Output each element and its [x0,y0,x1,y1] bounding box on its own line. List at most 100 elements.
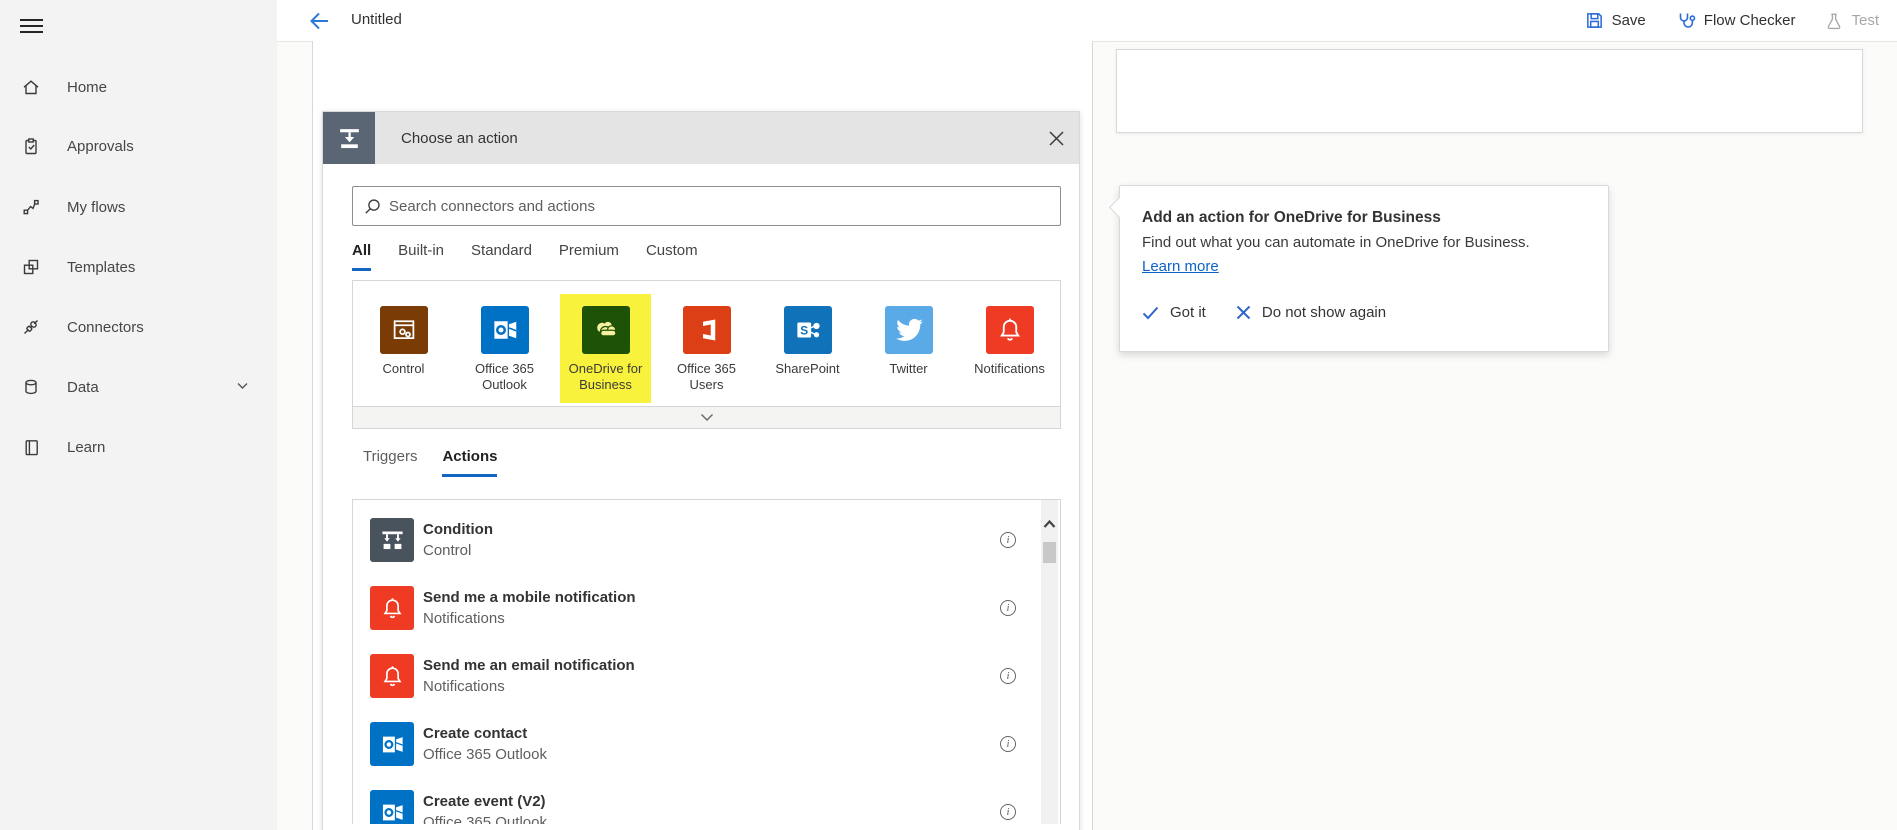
sidebar-item-data[interactable]: Data [0,367,277,407]
back-arrow-icon [310,12,328,30]
sidebar-item-learn[interactable]: Learn [0,427,277,467]
callout-body: Find out what you can automate in OneDri… [1142,234,1530,251]
office365-users-icon [682,306,731,354]
chevron-down-icon [700,414,713,421]
close-icon [1048,130,1064,146]
connector-label: Twitter [889,361,928,376]
sidebar-item-label: Data [67,378,99,396]
flow-checker-icon [1679,13,1696,28]
twitter-icon [884,306,933,354]
flow-checker-button[interactable]: Flow Checker [1676,11,1796,31]
do-not-show-again-button[interactable]: Do not show again [1236,304,1386,321]
action-subtitle: Notifications [423,610,505,627]
connector-grid: Control Office 365 Outlook OneDrive for … [352,280,1061,407]
connector-sharepoint[interactable]: S SharePoint [757,306,858,406]
connector-twitter[interactable]: Twitter [858,306,959,406]
x-icon [1236,305,1251,320]
sidebar-item-label: Home [67,78,108,96]
onedrive-for-business-icon [581,306,630,354]
condition-icon [370,518,414,562]
learn-icon [25,440,38,456]
action-row-create-event[interactable]: Create event (V2) Office 365 Outlook i [353,778,1060,824]
expand-connectors-bar[interactable] [352,407,1061,429]
office365-outlook-icon [370,722,414,766]
callout-title: Add an action for OneDrive for Business [1142,209,1441,226]
back-button[interactable] [307,9,331,33]
tab-actions[interactable]: Actions [442,448,498,477]
choose-action-dialog: Choose an action All Built-in Standard P… [322,111,1080,830]
sidebar-item-connectors[interactable]: Connectors [0,307,277,347]
sidebar-item-label: Approvals [67,137,134,155]
action-row-create-contact[interactable]: Create contact Office 365 Outlook i [353,710,1060,778]
flow-step-panel: Choose an action All Built-in Standard P… [312,41,1093,830]
got-it-label: Got it [1170,304,1206,321]
connector-control[interactable]: Control [353,306,454,406]
templates-icon [23,259,39,275]
next-step-placeholder-card [1116,49,1863,133]
sidebar-item-my-flows[interactable]: My flows [0,187,277,227]
svg-text:S: S [800,323,808,337]
search-box [352,186,1061,226]
scrollbar-thumb[interactable] [1043,542,1056,563]
office365-outlook-icon [370,790,414,824]
tab-built-in[interactable]: Built-in [398,242,444,271]
connectors-icon [24,320,38,334]
action-row-condition[interactable]: Condition Control i [353,506,1060,574]
save-icon [1586,13,1602,28]
action-subtitle: Notifications [423,678,505,695]
data-icon [25,379,37,395]
got-it-button[interactable]: Got it [1142,304,1206,321]
info-icon[interactable]: i [1000,532,1016,548]
sidebar-item-label: My flows [67,198,126,216]
info-icon[interactable]: i [1000,804,1016,820]
control-connector-icon [379,306,428,354]
list-scrollbar[interactable] [1041,500,1058,824]
connector-label: SharePoint [775,361,840,376]
search-input[interactable] [389,197,1060,215]
info-icon[interactable]: i [1000,668,1016,684]
sidebar-item-templates[interactable]: Templates [0,247,277,287]
notifications-bell-icon [370,654,414,698]
sidebar-item-label: Connectors [67,318,144,336]
connector-label: Office 365 Users [676,361,737,392]
info-icon[interactable]: i [1000,600,1016,616]
learn-more-link[interactable]: Learn more [1142,258,1219,275]
tab-all[interactable]: All [352,242,372,271]
close-button[interactable] [1045,127,1067,149]
approvals-icon [25,138,37,155]
tab-triggers[interactable]: Triggers [363,448,417,477]
power-automate-designer: Home Approvals My flows Templates Connec… [0,0,1897,830]
connector-label: OneDrive for Business [568,361,643,392]
sidebar-item-approvals[interactable]: Approvals [0,126,277,166]
test-button[interactable]: Test [1825,12,1879,30]
sidebar-item-label: Templates [67,258,136,276]
action-row-email-notification[interactable]: Send me an email notification Notificatio… [353,642,1060,710]
save-button[interactable]: Save [1585,11,1646,30]
callout-arrow [1108,196,1130,219]
topbar-actions: Save Flow Checker Test [1585,0,1879,41]
actions-list: Condition Control i Send me a mobile noti… [352,499,1061,824]
sidebar-item-label: Learn [67,438,106,456]
flow-checker-label: Flow Checker [1703,12,1796,29]
scroll-up-icon[interactable] [1042,516,1057,532]
connector-office365-outlook[interactable]: Office 365 Outlook [454,306,555,406]
tab-standard[interactable]: Standard [471,242,532,271]
connector-label: Notifications [974,361,1045,376]
tab-premium[interactable]: Premium [559,242,619,271]
connector-office365-users[interactable]: Office 365 Users [656,306,757,406]
hamburger-menu-icon[interactable] [16,10,48,36]
home-icon [23,80,39,95]
connector-notifications[interactable]: Notifications [959,306,1060,406]
tab-custom[interactable]: Custom [646,242,698,271]
callout-buttons: Got it Do not show again [1142,304,1588,321]
info-icon[interactable]: i [1000,736,1016,752]
action-row-mobile-notification[interactable]: Send me a mobile notification Notificatio… [353,574,1060,642]
office365-outlook-icon [480,306,529,354]
sidebar-item-home[interactable]: Home [0,67,277,107]
action-step-icon [323,112,375,164]
dialog-body: All Built-in Standard Premium Custom Con… [323,186,1079,824]
canvas-background-left [277,41,312,830]
canvas-background-right: Add an action for OneDrive for Business … [1093,41,1897,830]
connector-onedrive-for-business[interactable]: OneDrive for Business [555,306,656,406]
test-label: Test [1851,12,1879,29]
